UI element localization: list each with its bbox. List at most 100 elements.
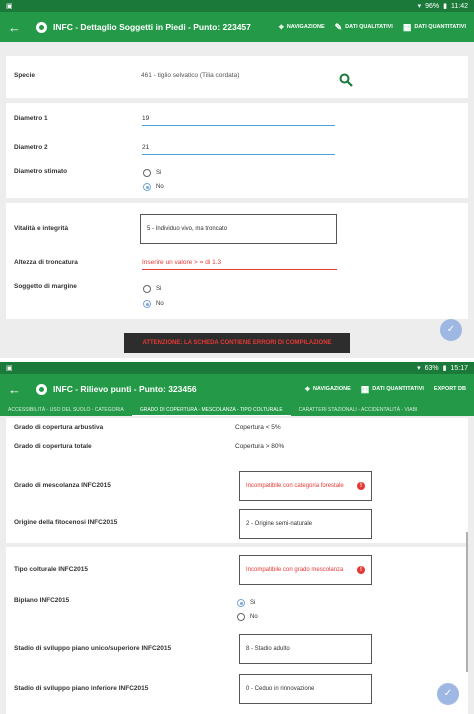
status-bar: ▣ ▾ 96% ▮ 11:42 — [0, 0, 474, 12]
dati-quantitativi-label: DATI QUANTITATIVI — [414, 24, 466, 30]
altezza-troncatura-label: Altezza di troncatura — [14, 259, 78, 266]
specie-card: Specie 461 - tiglio selvatico (Tilia cor… — [6, 56, 468, 98]
table-icon: ▦ — [360, 383, 370, 394]
dati-qualitativi-label: DATI QUALITATIVI — [345, 24, 393, 30]
origine-select[interactable]: 2 - Origine semi-naturale — [239, 509, 372, 539]
confirm-check-button[interactable]: ✓ — [440, 319, 462, 341]
diametro1-label: Diametro 1 — [14, 115, 48, 122]
vitalita-value: 5 - Individuo vivo, ma troncato — [147, 226, 228, 232]
status-bar: ▣ ▾ 63% ▮ 15:17 — [0, 362, 474, 374]
location-pin-icon: ⌖ — [304, 383, 310, 394]
radio-checked-icon — [237, 599, 245, 607]
navigazione-button[interactable]: ⌖ NAVIGAZIONE — [305, 384, 351, 395]
mescolanza-card: Grado di mescolanza INFC2015 Incompatibi… — [6, 463, 468, 543]
specie-label: Specie — [14, 72, 35, 79]
battery-level: 96% — [425, 2, 440, 10]
specie-value: 461 - tiglio selvatico (Tilia cordata) — [141, 72, 240, 79]
radio-unchecked-icon — [143, 285, 151, 293]
radio-unchecked-icon — [237, 613, 245, 621]
diametro-stimato-si-radio[interactable]: Si — [143, 169, 161, 177]
biplano-no-radio[interactable]: No — [237, 613, 258, 621]
image-icon: ▣ — [6, 3, 13, 10]
margine-si-radio[interactable]: Si — [143, 285, 161, 293]
biplano-si-radio[interactable]: Si — [237, 599, 255, 607]
export-db-label: EXPORT DB — [433, 386, 466, 392]
screen-dettaglio-soggetti: ▣ ▾ 96% ▮ 11:42 ← INFC - Dettaglio Sogge… — [0, 0, 474, 360]
soggetto-margine-label: Soggetto di margine — [14, 283, 77, 290]
app-toolbar: ← INFC - Rilievo punti - Punto: 323456 ⌖… — [0, 374, 474, 404]
vitalita-card: Vitalità e integrità 5 - Individuo vivo,… — [6, 203, 468, 319]
dati-quantitativi-button[interactable]: ▦ DATI QUANTITATIVI — [361, 384, 424, 395]
page-title: INFC - Rilievo punti - Punto: 323456 — [53, 384, 197, 394]
clock: 15:17 — [450, 364, 468, 372]
mescolanza-value: Incompatibile con categoria forestale — [246, 483, 344, 489]
confirm-check-button[interactable]: ✓ — [437, 683, 459, 705]
battery-icon: ▮ — [443, 3, 447, 10]
back-arrow-icon[interactable]: ← — [8, 382, 26, 397]
stadio-inferiore-label: Stadio di sviluppo piano inferiore INFC2… — [14, 685, 149, 692]
margine-no-radio[interactable]: No — [143, 300, 164, 308]
vitalita-label: Vitalità e integrità — [14, 225, 69, 232]
search-icon[interactable] — [339, 73, 353, 87]
tipo-colturale-value: Incompatibile con grado mescolanza — [246, 567, 344, 573]
tab-caratteri-stazionali[interactable]: CARATTERI STAZIONALI - ACCIDENTALITÀ - V… — [291, 404, 426, 416]
radio-unchecked-icon — [143, 169, 151, 177]
diametro2-label: Diametro 2 — [14, 144, 48, 151]
export-db-button[interactable]: EXPORT DB — [434, 386, 466, 392]
navigazione-label: NAVIGAZIONE — [286, 24, 325, 30]
diametro-stimato-no-radio[interactable]: No — [143, 183, 164, 191]
altezza-underline — [142, 269, 337, 270]
dati-quantitativi-button[interactable]: ▦ DATI QUANTITATIVI — [403, 22, 466, 33]
app-logo-icon — [36, 383, 47, 395]
scrollbar[interactable] — [466, 532, 468, 672]
battery-level: 63% — [424, 364, 439, 372]
tab-accessibilita[interactable]: ACCESSIBILITÀ - USO DEL SUOLO - CATEGORI… — [0, 404, 132, 416]
error-icon: ! — [357, 566, 365, 574]
mescolanza-select[interactable]: Incompatibile con categoria forestale ! — [239, 471, 372, 501]
origine-label: Origine della fitocenosi INFC2015 — [14, 519, 118, 526]
error-toast: ATTENZIONE: LA SCHEDA CONTIENE ERRORI DI… — [124, 333, 350, 353]
copertura-arbustiva-value: Copertura < 5% — [235, 424, 281, 431]
wifi-icon: ▾ — [417, 3, 422, 10]
diametri-card: Diametro 1 19 Diametro 2 21 Diametro sti… — [6, 103, 468, 198]
tab-grado-copertura[interactable]: GRADO DI COPERTURA - MESCOLANZA - TIPO C… — [131, 404, 291, 416]
radio-checked-icon — [143, 300, 151, 308]
vitalita-select[interactable]: 5 - Individuo vivo, ma troncato — [140, 214, 337, 244]
tipo-colturale-label: Tipo colturale INFC2015 — [14, 566, 88, 573]
origine-value: 2 - Origine semi-naturale — [246, 521, 313, 527]
stadio-unico-value: 8 - Stadio adulto — [246, 646, 290, 652]
stadio-inferiore-select[interactable]: 0 - Ceduo in rinnovazione — [239, 674, 372, 704]
altezza-troncatura-input[interactable]: Inserire un valore > = di 1.3 — [142, 259, 221, 266]
diametro1-input[interactable]: 19 — [142, 115, 149, 122]
tipo-colturale-select[interactable]: Incompatibile con grado mescolanza ! — [239, 555, 372, 585]
battery-icon: ▮ — [442, 365, 447, 372]
table-icon: ▦ — [402, 21, 412, 32]
wifi-icon: ▾ — [417, 365, 421, 372]
diametro2-underline — [142, 154, 335, 155]
diametro-stimato-label: Diametro stimato — [14, 168, 68, 175]
radio-si-label: Si — [250, 600, 256, 606]
image-icon: ▣ — [6, 365, 13, 372]
error-icon: ! — [357, 482, 365, 490]
radio-si-label: Si — [156, 170, 162, 176]
stadio-inferiore-value: 0 - Ceduo in rinnovazione — [246, 686, 315, 692]
app-toolbar: ← INFC - Dettaglio Soggetti in Piedi - P… — [0, 12, 474, 42]
section-tabs: ACCESSIBILITÀ - USO DEL SUOLO - CATEGORI… — [0, 404, 474, 416]
dati-quantitativi-label: DATI QUANTITATIVI — [372, 386, 424, 392]
navigazione-button[interactable]: ⌖ NAVIGAZIONE — [279, 22, 325, 33]
back-arrow-icon[interactable]: ← — [8, 20, 26, 35]
copertura-totale-value: Copertura > 80% — [235, 443, 285, 450]
radio-no-label: No — [156, 184, 164, 190]
copertura-totale-label: Grado di copertura totale — [14, 443, 92, 450]
pencil-chart-icon: ✎ — [334, 21, 343, 32]
dati-qualitativi-button[interactable]: ✎ DATI QUALITATIVI — [335, 22, 393, 33]
copertura-arbustiva-label: Grado di copertura arbustiva — [14, 424, 104, 431]
mescolanza-label: Grado di mescolanza INFC2015 — [14, 482, 111, 489]
stadio-unico-select[interactable]: 8 - Stadio adulto — [239, 634, 372, 664]
biplano-label: Biplano INFC2015 — [14, 597, 70, 604]
diametro2-input[interactable]: 21 — [142, 144, 149, 151]
tipo-colturale-card: Tipo colturale INFC2015 Incompatibile co… — [6, 547, 468, 714]
stadio-unico-label: Stadio di sviluppo piano unico/superiore… — [14, 645, 172, 652]
clock: 11:42 — [451, 2, 468, 10]
radio-no-label: No — [250, 614, 258, 620]
